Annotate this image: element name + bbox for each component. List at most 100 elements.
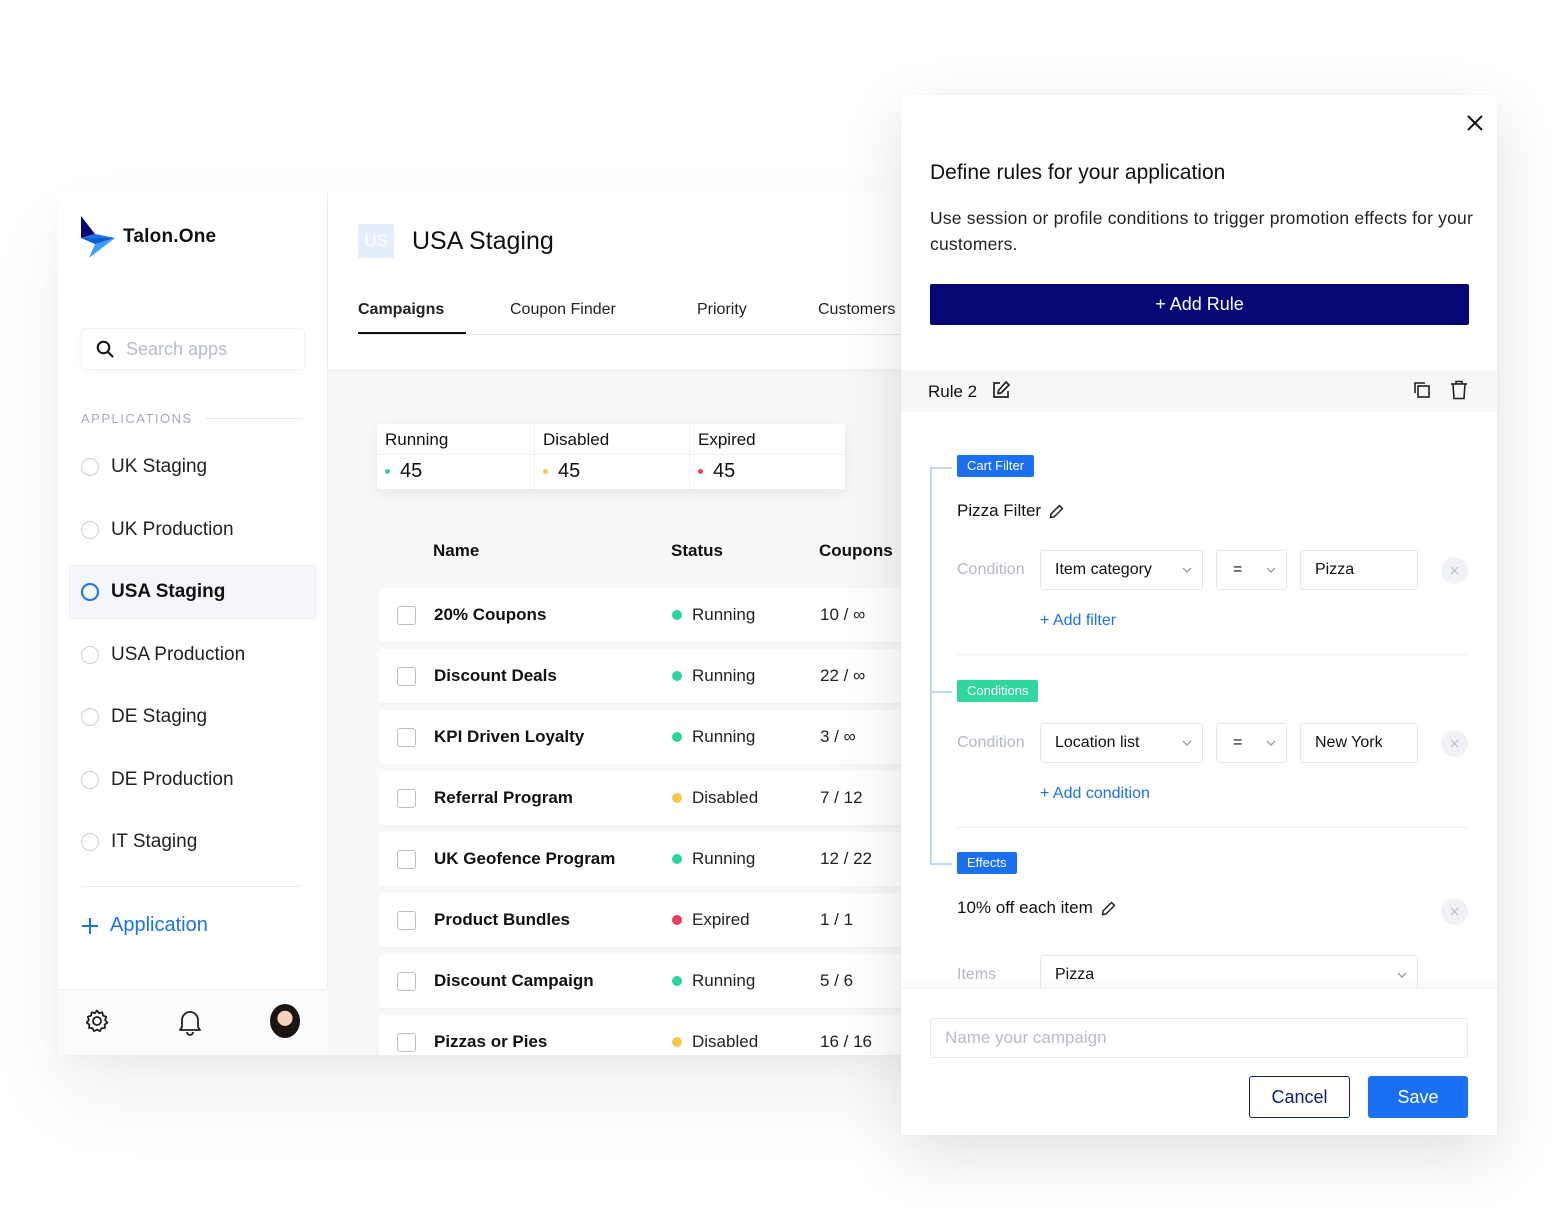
campaign-status: Running bbox=[672, 971, 755, 991]
table-row[interactable]: UK Geofence Program Running 12 / 22 bbox=[379, 832, 928, 886]
status-summary: Running 45 Disabled 45 Expired 45 bbox=[377, 424, 845, 489]
sidebar-item-usa-staging[interactable]: USA Staging bbox=[68, 564, 318, 620]
coupon-count: 22 / ∞ bbox=[820, 666, 866, 685]
sidebar-item-usa-production[interactable]: USA Production bbox=[68, 627, 318, 683]
page-title: USA Staging bbox=[412, 227, 554, 255]
column-header-status[interactable]: Status bbox=[671, 541, 723, 561]
add-filter-link[interactable]: + Add filter bbox=[1040, 612, 1116, 630]
row-checkbox[interactable] bbox=[397, 850, 416, 869]
column-header-coupons[interactable]: Coupons bbox=[819, 541, 893, 561]
talon-one-logo-icon bbox=[81, 216, 115, 258]
remove-filter-button[interactable] bbox=[1441, 557, 1468, 584]
row-checkbox[interactable] bbox=[397, 728, 416, 747]
coupon-count: 16 / 16 bbox=[820, 1032, 872, 1051]
settings-icon[interactable] bbox=[84, 1008, 110, 1034]
condition-operator-select[interactable]: = bbox=[1216, 723, 1287, 763]
condition-label: Condition bbox=[957, 734, 1025, 751]
row-checkbox[interactable] bbox=[397, 606, 416, 625]
row-checkbox[interactable] bbox=[397, 1033, 416, 1052]
items-label: Items bbox=[957, 966, 997, 983]
pencil-icon[interactable] bbox=[1049, 504, 1064, 519]
filter-operator-select[interactable]: = bbox=[1216, 550, 1287, 590]
radio-icon bbox=[81, 770, 99, 789]
campaign-name-input[interactable] bbox=[930, 1018, 1468, 1058]
add-condition-link[interactable]: + Add condition bbox=[1040, 785, 1150, 803]
save-button[interactable]: Save bbox=[1368, 1076, 1468, 1118]
table-row[interactable]: Discount Campaign Running 5 / 6 bbox=[379, 954, 928, 1008]
table-row[interactable]: KPI Driven Loyalty Running 3 / ∞ bbox=[379, 710, 928, 764]
add-rule-button[interactable]: + Add Rule bbox=[930, 284, 1469, 325]
close-icon bbox=[1450, 739, 1459, 748]
filter-value-input[interactable]: Pizza bbox=[1300, 550, 1418, 590]
close-icon[interactable] bbox=[1463, 111, 1487, 135]
remove-effect-button[interactable] bbox=[1441, 898, 1468, 925]
rule-connector-notch bbox=[930, 691, 952, 693]
trash-icon[interactable] bbox=[1450, 380, 1468, 400]
select-value: = bbox=[1233, 561, 1243, 578]
filter-title[interactable]: Pizza Filter bbox=[957, 501, 1064, 521]
row-checkbox[interactable] bbox=[397, 911, 416, 930]
avatar[interactable] bbox=[270, 1004, 300, 1038]
add-application-button[interactable]: Application bbox=[80, 914, 208, 937]
copy-icon[interactable] bbox=[1412, 380, 1432, 400]
bell-icon[interactable] bbox=[177, 1008, 203, 1036]
logo[interactable]: Talon.One bbox=[81, 216, 216, 258]
status-dot-icon bbox=[672, 671, 682, 681]
radio-icon bbox=[81, 583, 99, 601]
stat-expired[interactable]: Expired 45 bbox=[690, 424, 845, 489]
chevron-down-icon bbox=[1182, 567, 1192, 573]
chevron-down-icon bbox=[1266, 567, 1276, 573]
remove-condition-button[interactable] bbox=[1441, 730, 1468, 757]
campaign-status: Disabled bbox=[672, 1032, 758, 1052]
main-content: US USA Staging Campaigns Coupon Finder P… bbox=[328, 192, 928, 1055]
coupon-count: 1 / 1 bbox=[820, 910, 854, 929]
table-row[interactable]: Product Bundles Expired 1 / 1 bbox=[379, 893, 928, 947]
campaign-status: Running bbox=[672, 605, 755, 625]
status-dot-icon bbox=[543, 469, 548, 474]
campaign-name: UK Geofence Program bbox=[434, 849, 616, 868]
stat-running[interactable]: Running 45 bbox=[377, 424, 535, 489]
stat-disabled[interactable]: Disabled 45 bbox=[535, 424, 690, 489]
table-row[interactable]: Discount Deals Running 22 / ∞ bbox=[379, 649, 928, 703]
filter-field-select[interactable]: Item category bbox=[1040, 550, 1203, 590]
status-dot-icon bbox=[672, 793, 682, 803]
sidebar-item-de-production[interactable]: DE Production bbox=[68, 752, 318, 808]
tab-coupon-finder[interactable]: Coupon Finder bbox=[510, 301, 697, 334]
campaign-name: Discount Campaign bbox=[434, 971, 594, 990]
campaign-status: Disabled bbox=[672, 788, 758, 808]
table-row[interactable]: Referral Program Disabled 7 / 12 bbox=[379, 771, 928, 825]
search-icon bbox=[96, 340, 114, 358]
campaign-name: Pizzas or Pies bbox=[434, 1032, 548, 1051]
tab-priority[interactable]: Priority bbox=[697, 301, 818, 334]
application-list: UK Staging UK Production USA Staging USA… bbox=[68, 439, 318, 877]
sidebar-item-de-staging[interactable]: DE Staging bbox=[68, 689, 318, 745]
sidebar-item-it-staging[interactable]: IT Staging bbox=[68, 814, 318, 870]
tab-label: Customers bbox=[818, 301, 896, 318]
tab-campaigns[interactable]: Campaigns bbox=[358, 301, 466, 334]
campaign-name: Product Bundles bbox=[434, 910, 571, 929]
search-box[interactable] bbox=[81, 328, 305, 370]
search-input[interactable] bbox=[126, 338, 296, 360]
condition-value-input[interactable]: New York bbox=[1300, 723, 1418, 763]
sidebar-item-label: USA Production bbox=[111, 643, 246, 665]
sidebar-item-uk-staging[interactable]: UK Staging bbox=[68, 439, 318, 495]
edit-icon[interactable] bbox=[991, 380, 1011, 400]
row-checkbox[interactable] bbox=[397, 789, 416, 808]
table-row[interactable]: 20% Coupons Running 10 / ∞ bbox=[379, 588, 928, 642]
status-dot-icon bbox=[672, 915, 682, 925]
table-row[interactable]: Pizzas or Pies Disabled 16 / 16 bbox=[379, 1015, 928, 1055]
coupon-count: 12 / 22 bbox=[820, 849, 872, 868]
row-checkbox[interactable] bbox=[397, 972, 416, 991]
rule-header: Rule 2 bbox=[901, 370, 1497, 412]
condition-field-select[interactable]: Location list bbox=[1040, 723, 1203, 763]
row-checkbox[interactable] bbox=[397, 667, 416, 686]
status-text: Disabled bbox=[692, 1032, 759, 1051]
sidebar-item-uk-production[interactable]: UK Production bbox=[68, 502, 318, 558]
pencil-icon[interactable] bbox=[1101, 901, 1116, 916]
campaign-status: Expired bbox=[672, 910, 750, 930]
column-header-name[interactable]: Name bbox=[433, 541, 479, 561]
effect-title[interactable]: 10% off each item bbox=[957, 898, 1116, 918]
cancel-button[interactable]: Cancel bbox=[1249, 1076, 1350, 1118]
applications-label: APPLICATIONS bbox=[81, 411, 193, 426]
coupon-count: 10 / ∞ bbox=[820, 605, 866, 624]
